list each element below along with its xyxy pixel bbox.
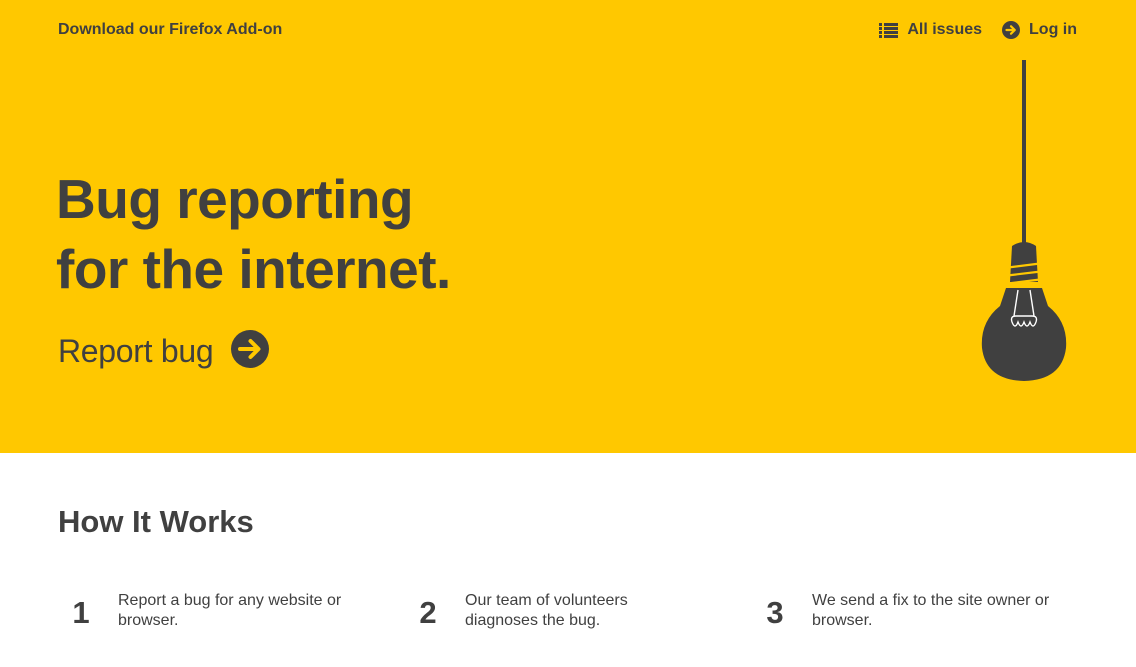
report-bug-label: Report bug [58, 333, 214, 369]
list-icon [879, 22, 899, 38]
step-number: 2 [419, 595, 437, 630]
how-it-works-section: How It Works 1 Report a bug for any webs… [0, 453, 1136, 667]
step-item: 2 Our team of volunteers diagnoses the b… [408, 591, 705, 631]
step-text: Our team of volunteers diagnoses the bug… [465, 592, 628, 629]
step-item: 1 Report a bug for any website or browse… [61, 591, 358, 631]
all-issues-label: All issues [907, 21, 983, 38]
all-issues-link[interactable]: All issues [879, 21, 982, 39]
lightbulb-illustration [940, 60, 1080, 390]
step-text: Report a bug for any website or browser. [118, 592, 342, 629]
firefox-addon-link[interactable]: Download our Firefox Add-on [58, 21, 282, 39]
headline-line-1: Bug reporting [56, 168, 414, 230]
step-text: We send a fix to the site owner or brows… [812, 592, 1050, 629]
arrow-circle-icon [231, 330, 270, 373]
log-in-label: Log in [1029, 21, 1077, 38]
headline-line-2: for the internet. [56, 238, 451, 300]
hero-section: Download our Firefox Add-on All issues L… [0, 0, 1136, 453]
log-in-link[interactable]: Log in [1002, 21, 1077, 39]
how-it-works-title: How It Works [58, 504, 254, 539]
step-number: 3 [766, 595, 784, 630]
lightbulb-icon [981, 60, 1067, 381]
hero-headline: Bug reporting for the internet. [56, 164, 451, 304]
arrow-circle-icon [1002, 21, 1021, 39]
step-item: 3 We send a fix to the site owner or bro… [755, 591, 1052, 631]
top-nav: All issues Log in [879, 21, 1077, 39]
report-bug-button[interactable]: Report bug [58, 330, 270, 373]
step-number: 1 [72, 595, 90, 630]
